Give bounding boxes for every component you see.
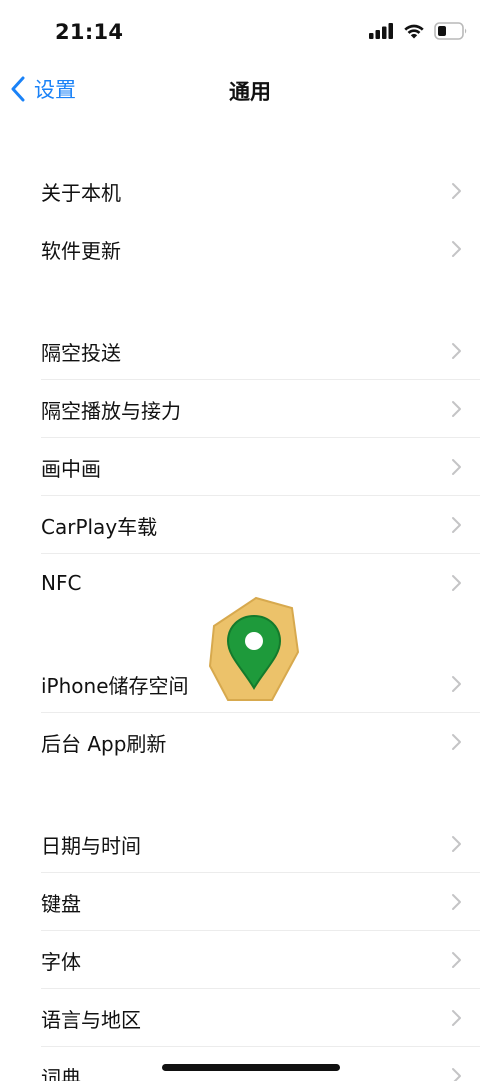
row-language-region[interactable]: 语言与地区 [0,989,500,1047]
row-label: 键盘 [41,891,81,916]
row-label: 隔空投送 [41,340,121,365]
settings-group-locale: 日期与时间 键盘 字体 语言与地区 词典 [0,815,500,1081]
chevron-right-icon [452,575,461,591]
row-label: 关于本机 [41,180,121,205]
row-label: 词典 [41,1065,81,1081]
battery-icon [434,22,467,40]
chevron-right-icon [452,517,461,533]
settings-group-about: 关于本机 软件更新 [0,162,500,278]
home-indicator [162,1064,340,1071]
row-background-app-refresh[interactable]: 后台 App刷新 [0,713,500,771]
chevron-right-icon [452,1068,461,1081]
row-fonts[interactable]: 字体 [0,931,500,989]
row-label: NFC [41,571,82,595]
row-label: iPhone储存空间 [41,673,189,698]
row-about[interactable]: 关于本机 [0,162,500,220]
row-label: CarPlay车载 [41,514,158,539]
chevron-right-icon [452,894,461,910]
nav-bar: 设置 通用 [0,66,500,112]
chevron-right-icon [452,952,461,968]
status-icons [369,22,468,40]
row-picture-in-picture[interactable]: 画中画 [0,438,500,496]
row-label: 软件更新 [41,238,121,263]
row-label: 隔空播放与接力 [41,398,181,423]
row-airdrop[interactable]: 隔空投送 [0,322,500,380]
chevron-right-icon [452,183,461,199]
settings-group-connectivity: 隔空投送 隔空播放与接力 画中画 CarPlay车载 NFC [0,322,500,612]
chevron-right-icon [452,1010,461,1026]
row-software-update[interactable]: 软件更新 [0,220,500,278]
chevron-right-icon [452,241,461,257]
wifi-icon [404,24,424,39]
row-label: 日期与时间 [41,833,141,858]
row-label: 画中画 [41,456,101,481]
row-keyboard[interactable]: 键盘 [0,873,500,931]
row-carplay[interactable]: CarPlay车载 [0,496,500,554]
chevron-right-icon [452,734,461,750]
row-airplay-handoff[interactable]: 隔空播放与接力 [0,380,500,438]
chevron-right-icon [452,836,461,852]
chevron-right-icon [452,401,461,417]
row-date-time[interactable]: 日期与时间 [0,815,500,873]
row-label: 后台 App刷新 [41,731,167,756]
page-title: 通用 [229,80,271,104]
signal-icon [369,23,393,39]
chevron-right-icon [452,676,461,692]
status-time: 21:14 [55,20,124,44]
chevron-right-icon [452,343,461,359]
chevron-right-icon [452,459,461,475]
status-bar: 21:14 [0,0,500,66]
row-label: 语言与地区 [41,1007,141,1032]
map-pin-icon [208,596,300,701]
row-label: 字体 [41,949,81,974]
